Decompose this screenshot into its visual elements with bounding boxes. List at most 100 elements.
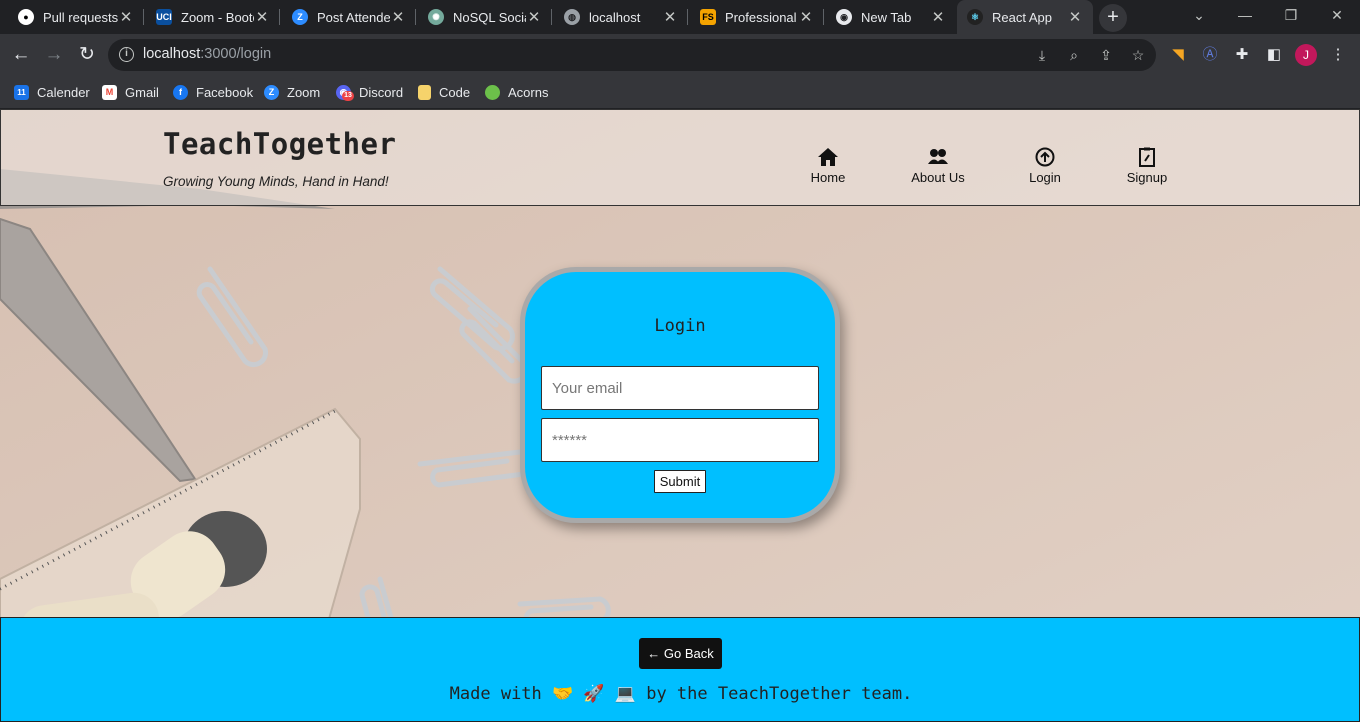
email-field[interactable] [541,366,819,410]
bookmark-star-icon[interactable]: ☆ [1128,45,1148,65]
close-tab-icon[interactable]: ✕ [254,8,270,26]
close-tab-icon[interactable]: ✕ [662,8,678,26]
login-title: Login [654,316,706,336]
bookmark-discord[interactable]: ◉13 Discord [336,83,403,101]
nav-label: Login [1029,170,1061,185]
go-back-button[interactable]: ← Go Back [639,638,722,669]
site-brand[interactable]: TeachTogether [163,127,396,161]
close-tab-icon[interactable]: ✕ [118,8,134,26]
tab-title: Zoom - Bootc [181,9,254,25]
tab-title: React App [992,9,1052,25]
login-card: Login Submit [520,267,840,523]
install-app-icon[interactable]: ⤓ [1032,45,1052,65]
fs-icon: FS [700,9,716,25]
browser-toolbar: ← → ↻ i localhost:3000/login ⤓ ⌕ ⇪ ☆ ◥ Ⓐ… [0,34,1360,76]
tab-title: Post Attende [317,9,390,25]
submit-button[interactable]: Submit [654,470,706,493]
upload-circle-icon [1035,147,1055,167]
close-tab-icon[interactable]: ✕ [930,8,946,26]
browser-tab[interactable]: UCI Zoom - Bootc ✕ [146,0,280,34]
browser-tab-strip: ● Pull requests ✕ UCI Zoom - Bootc ✕ Z P… [0,0,1360,34]
nav-login[interactable]: Login [1025,147,1065,185]
url-text[interactable]: localhost:3000/login [143,46,271,62]
zoom-icon: Z [264,84,279,100]
forward-icon[interactable]: → [41,42,67,68]
tab-title: Pull requests [43,9,118,25]
close-tab-icon[interactable]: ✕ [390,8,406,26]
react-icon: ⚛ [967,9,983,25]
bookmark-label: Code [439,84,471,100]
close-tab-icon[interactable]: ✕ [526,8,542,26]
site-info-icon[interactable]: i [119,47,134,62]
github-icon: ● [18,9,34,25]
zoom-icon: Z [292,9,308,25]
nav-label: Signup [1126,170,1168,185]
chrome-icon: ◉ [836,9,852,25]
browser-tab-active[interactable]: ⚛ React App ✕ [957,0,1093,34]
gmail-icon: M [102,84,117,100]
people-icon [928,149,948,164]
new-tab-button[interactable]: + [1099,4,1127,32]
nav-label: Home [810,170,846,185]
web-page: TeachTogether Growing Young Minds, Hand … [0,109,1360,722]
side-panel-icon[interactable]: ◧ [1264,45,1284,65]
profile-avatar[interactable]: J [1295,44,1317,66]
site-footer: ← Go Back Made with 🤝 🚀 💻 by the TeachTo… [0,617,1360,722]
bookmark-facebook[interactable]: f Facebook [173,83,253,101]
bookmark-label: Calender [37,84,90,100]
zoom-lens-icon[interactable]: ⌕ [1064,45,1084,65]
uci-icon: UCI [156,9,172,25]
rss-extension-icon[interactable]: ◥ [1168,45,1188,65]
tab-search-icon[interactable]: ⌄ [1176,0,1222,34]
browser-tab[interactable]: FS Professional ✕ [690,0,824,34]
browser-tab[interactable]: Z Post Attende ✕ [282,0,416,34]
tab-title: New Tab [861,9,912,25]
nav-label: About Us [911,170,965,185]
site-tagline: Growing Young Minds, Hand in Hand! [163,174,389,189]
close-tab-icon[interactable]: ✕ [1067,8,1083,26]
footer-credit: Made with 🤝 🚀 💻 by the TeachTogether tea… [449,684,913,704]
close-tab-icon[interactable]: ✕ [798,8,814,26]
tab-title: localhost [589,9,641,25]
bookmark-acorns[interactable]: Acorns [485,83,548,101]
tab-title: Professional [725,9,797,25]
bookmark-label: Discord [359,84,404,100]
reload-icon[interactable]: ↻ [74,42,100,68]
browser-tab[interactable]: ● Pull requests ✕ [8,0,144,34]
restore-icon[interactable]: ❐ [1268,0,1314,34]
bookmarks-bar: 11 Calender M Gmail f Facebook Z Zoom ◉1… [0,76,1360,109]
acorns-icon [485,84,500,100]
password-field[interactable] [541,418,819,462]
bookmark-code[interactable]: Code [418,83,470,101]
minimize-icon[interactable]: — [1222,0,1268,34]
nav-signup[interactable]: Signup [1125,147,1169,185]
facebook-icon: f [173,84,188,100]
browser-tab[interactable]: ◉ New Tab ✕ [826,0,956,34]
extensions-puzzle-icon[interactable]: ✚ [1232,45,1252,65]
chatgpt-icon: ✺ [428,9,444,25]
bookmark-calender[interactable]: 11 Calender [14,83,90,101]
back-icon[interactable]: ← [8,42,34,68]
calendar-icon: 11 [14,84,29,100]
bookmark-label: Gmail [125,84,159,100]
menu-kebab-icon[interactable]: ⋮ [1328,45,1348,65]
nav-home[interactable]: Home [807,147,849,185]
nav-about-us[interactable]: About Us [907,147,969,185]
bookmark-label: Facebook [196,84,254,100]
tab-title: NoSQL Social [453,9,526,25]
notification-badge: 13 [342,90,354,101]
clipboard-icon [1139,147,1155,167]
browser-tab[interactable]: ✺ NoSQL Social ✕ [418,0,552,34]
bookmark-label: Acorns [508,84,549,100]
extension-a-icon[interactable]: Ⓐ [1200,45,1220,65]
site-header: TeachTogether Growing Young Minds, Hand … [0,109,1360,206]
home-icon [818,148,838,166]
folder-icon [418,84,431,100]
share-icon[interactable]: ⇪ [1096,45,1116,65]
bookmark-label: Zoom [287,84,321,100]
window-close-icon[interactable]: ✕ [1314,0,1360,34]
address-bar[interactable]: i localhost:3000/login ⤓ ⌕ ⇪ ☆ [108,39,1156,71]
browser-tab[interactable]: ◍ localhost ✕ [554,0,688,34]
bookmark-gmail[interactable]: M Gmail [102,83,159,101]
bookmark-zoom[interactable]: Z Zoom [264,83,320,101]
